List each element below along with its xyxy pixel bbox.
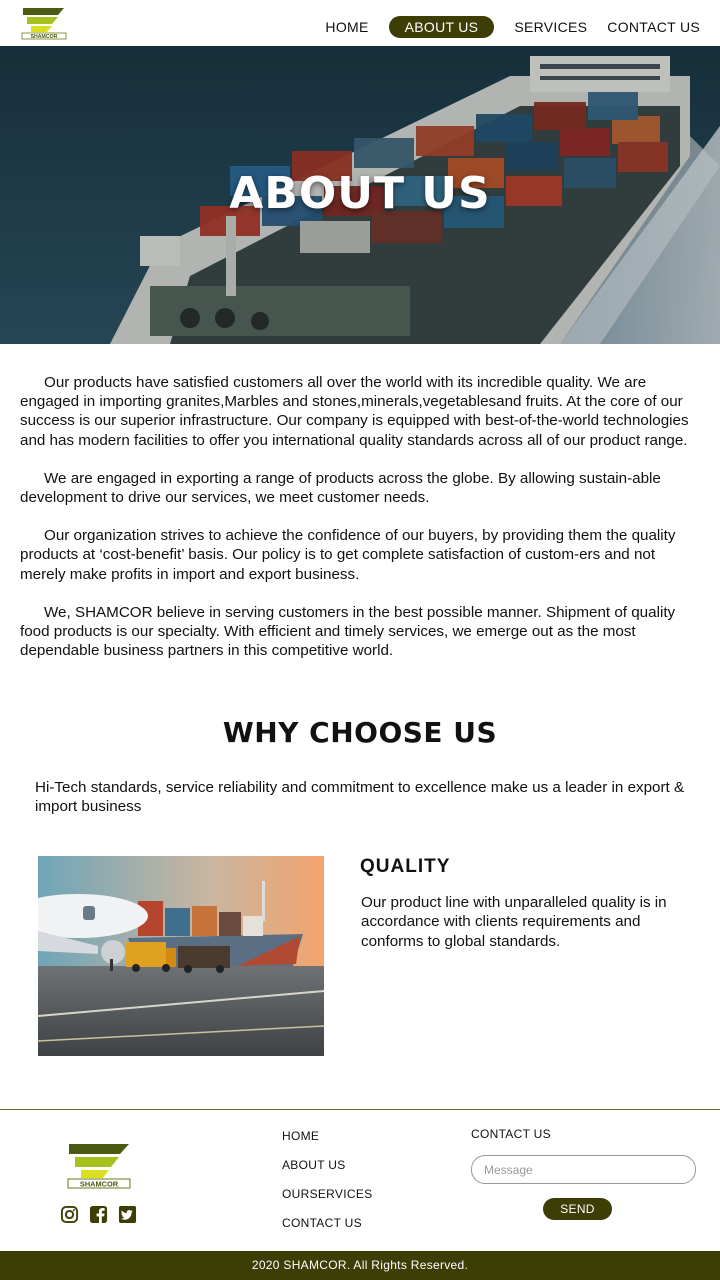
quality-title: QUALITY bbox=[360, 856, 451, 877]
nav-links: HOME ABOUT US SERVICES CONTACT US bbox=[325, 16, 700, 38]
hero-banner: ABOUT US bbox=[0, 46, 720, 344]
why-choose-us-title: WHY CHOOSE US bbox=[222, 716, 498, 749]
about-paragraph: Our organization strives to achieve the … bbox=[20, 527, 676, 583]
facebook-icon[interactable] bbox=[89, 1205, 108, 1224]
quality-image bbox=[38, 856, 324, 1056]
nav-about-us[interactable]: ABOUT US bbox=[388, 16, 495, 38]
about-paragraph: We are engaged in exporting a range of p… bbox=[20, 469, 661, 507]
footer-link-about-us[interactable]: ABOUT US bbox=[282, 1158, 372, 1172]
about-paragraph: We, SHAMCOR believe in serving customers… bbox=[20, 603, 676, 660]
why-choose-us-text: Hi-Tech standards, service reliability a… bbox=[35, 779, 685, 816]
footer-link-home[interactable]: HOME bbox=[282, 1129, 372, 1143]
send-button[interactable]: SEND bbox=[543, 1198, 612, 1220]
footer-shamcor-logo[interactable]: SHAMCOR bbox=[67, 1142, 131, 1190]
about-paragraph: Our products have satisfied customers al… bbox=[20, 374, 689, 449]
about-section: Our products have satisfied customers al… bbox=[20, 373, 700, 679]
copyright-bar: 2020 SHAMCOR. All Rights Reserved. bbox=[0, 1251, 720, 1280]
twitter-icon[interactable] bbox=[118, 1205, 137, 1224]
shamcor-logo[interactable]: SHAMCOR bbox=[20, 6, 68, 40]
footer-link-our-services[interactable]: OURSERVICES bbox=[282, 1187, 372, 1201]
svg-text:SHAMCOR: SHAMCOR bbox=[80, 1179, 119, 1188]
social-icons bbox=[60, 1205, 137, 1224]
footer-links: HOME ABOUT US OURSERVICES CONTACT US bbox=[282, 1129, 372, 1245]
quality-text: Our product line with unparalleled quali… bbox=[361, 894, 667, 950]
top-navbar: SHAMCOR HOME ABOUT US SERVICES CONTACT U… bbox=[0, 0, 720, 46]
footer-link-contact-us[interactable]: CONTACT US bbox=[282, 1216, 372, 1230]
message-input[interactable] bbox=[471, 1155, 696, 1184]
instagram-icon[interactable] bbox=[60, 1205, 79, 1224]
nav-home[interactable]: HOME bbox=[325, 17, 368, 37]
svg-text:SHAMCOR: SHAMCOR bbox=[31, 34, 58, 40]
hero-title: ABOUT US bbox=[229, 168, 491, 219]
footer-contact-heading: CONTACT US bbox=[471, 1127, 551, 1141]
footer: SHAMCOR HOME ABOUT US OURSERVICES CONTAC… bbox=[0, 1109, 720, 1252]
nav-contact-us[interactable]: CONTACT US bbox=[607, 17, 700, 37]
nav-services[interactable]: SERVICES bbox=[514, 17, 587, 37]
